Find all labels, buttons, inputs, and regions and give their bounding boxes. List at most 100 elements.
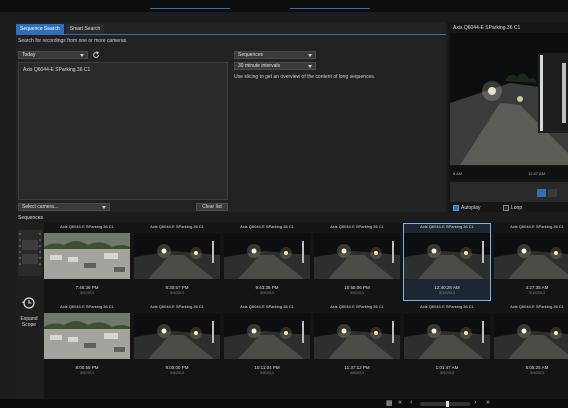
tab-sequence-search[interactable]: Sequence Search: [16, 24, 64, 34]
thumbnail-time: 1:01:47 AM: [435, 365, 459, 370]
thumbnail-camera-name: Axis Q6044-E SParking.36 C1: [150, 224, 204, 229]
period-value: Today: [22, 52, 36, 58]
thumbnail-date: 5/9/2013: [170, 291, 184, 295]
scrubber-knob[interactable]: [446, 401, 449, 407]
parking-lot-image: [450, 33, 568, 165]
thumbnail-camera-name: Axis Q6044-E SParking.36 C1: [330, 304, 384, 309]
thumbnail-image: [494, 313, 568, 359]
sequence-thumbnail[interactable]: Axis Q6044-E SParking.36 C1 1:01:47 AM 5/9…: [404, 304, 490, 380]
thumbnail-image: [134, 313, 220, 359]
preview-title: Axis Q6044-E SParking.36 C1: [453, 25, 521, 31]
slicing-hint: Use slicing to get an overview of the co…: [234, 74, 376, 80]
mode-value: Sequences: [238, 52, 264, 58]
thumbnail-camera-name: Axis Q6044-E SParking.36 C1: [330, 224, 384, 229]
page-scrubber[interactable]: [420, 401, 470, 407]
thumbnail-date: 5/9/2013: [350, 291, 364, 295]
tabs-underline: [16, 34, 446, 35]
thumbnail-image: [134, 233, 220, 279]
thumbnail-time: 4:27:35 AM: [525, 285, 549, 290]
thumbnail-date: 5/8/2013: [350, 371, 364, 375]
play-button[interactable]: [537, 189, 546, 197]
chevron-down-icon: [308, 54, 312, 57]
clear-list-button[interactable]: Clear list: [196, 203, 228, 211]
thumbnail-camera-name: Axis Q6044-E SParking.36 C1: [510, 224, 564, 229]
refresh-icon[interactable]: [92, 51, 100, 59]
sequence-thumbnail[interactable]: Axis Q6044-E SParking.36 C1 5:05:25 AM 5/9…: [494, 304, 568, 380]
thumbnail-date: 5/9/2013: [530, 371, 544, 375]
sequence-thumbnail[interactable]: Axis Q6044-E SParking.36 C1 7:46:36 PM 5/9…: [44, 224, 130, 300]
search-hint: Search for recordings from one or more c…: [18, 38, 128, 44]
thumbnail-image: [314, 313, 400, 359]
sequences-header: Sequences: [16, 214, 568, 222]
thumbnail-time: 11:37:12 PM: [344, 365, 370, 370]
thumbnail-time: 9:43:36 PM: [255, 285, 279, 290]
thumbnail-date: 5/9/2013: [80, 291, 94, 295]
thumbnail-camera-name: Axis Q6044-E SParking.36 C1: [420, 224, 474, 229]
period-dropdown[interactable]: Today: [18, 51, 88, 59]
interval-value: 30 minute intervals: [238, 63, 280, 69]
sequence-thumbnail[interactable]: Axis Q6044-E SParking.36 C1 12:40:28 AM 5/…: [403, 223, 491, 301]
thumbnail-image: [404, 233, 490, 279]
thumbnail-image: [44, 233, 130, 279]
thumbnail-image: [44, 313, 130, 359]
grid-view-icon[interactable]: ▦: [386, 399, 393, 407]
camera-list-item[interactable]: Axis Q6044-E SParking.36 C1: [23, 67, 90, 73]
chevron-down-icon: [308, 65, 312, 68]
thumbnail-date: 5/8/2013: [170, 371, 184, 375]
mode-dropdown[interactable]: Sequences: [234, 51, 316, 59]
expand-scope-button[interactable]: Expand Scope: [17, 316, 41, 328]
sequence-thumbnail[interactable]: Axis Q6044-E SParking.36 C1 4:27:35 AM 5/1…: [494, 224, 568, 300]
thumbnail-camera-name: Axis Q6044-E SParking.36 C1: [60, 224, 114, 229]
preview-timeline[interactable]: [450, 166, 568, 180]
sequence-thumbnail[interactable]: Axis Q6044-E SParking.36 C1 9:43:36 PM 5/9…: [224, 224, 310, 300]
thumbnail-date: 5/8/2013: [260, 371, 274, 375]
thumbnail-image: [494, 233, 568, 279]
sequence-thumbnail[interactable]: Axis Q6044-E SParking.36 C1 11:37:12 PM 5/…: [314, 304, 400, 380]
timeline-start-label: 8 AM: [453, 171, 463, 176]
tab-smart-search[interactable]: Smart Search: [65, 24, 105, 34]
sequence-thumbnail[interactable]: Axis Q6044-E SParking.36 C1 9:00:00 PM 5/8…: [134, 304, 220, 380]
thumbnail-camera-name: Axis Q6044-E SParking.36 C1: [60, 304, 114, 309]
bottom-bar: [0, 399, 568, 408]
interval-dropdown[interactable]: 30 minute intervals: [234, 62, 316, 70]
thumbnail-image: [224, 233, 310, 279]
thumbnail-image: [314, 233, 400, 279]
thumbnail-date: 5/9/2013: [440, 371, 454, 375]
select-camera-dropdown[interactable]: Select camera...: [18, 203, 110, 211]
thumbnail-time: 5:05:25 AM: [525, 365, 549, 370]
autoplay-checkbox[interactable]: [453, 205, 459, 211]
sequence-thumbnail[interactable]: Axis Q6044-E SParking.36 C1 10:55:06 PM 5/…: [314, 224, 400, 300]
top-bar-accent: [290, 8, 370, 9]
autoplay-label: Autoplay: [461, 205, 481, 211]
filmstrip-icon[interactable]: [18, 230, 42, 276]
sequence-thumbnail[interactable]: Axis Q6044-E SParking.36 C1 8:00:55 PM 5/8…: [44, 304, 130, 380]
next-icon[interactable]: ›: [474, 399, 476, 406]
thumbnail-date: 5/10/2013: [529, 291, 545, 295]
timeline-end-label: 12:47 AM: [528, 171, 545, 176]
loop-checkbox[interactable]: [503, 205, 509, 211]
search-tabs: Sequence Search Smart Search: [16, 24, 106, 34]
thumbnail-camera-name: Axis Q6044-E SParking.36 C1: [240, 304, 294, 309]
thumbnail-time: 7:46:36 PM: [75, 285, 99, 290]
clock-icon[interactable]: [22, 297, 36, 309]
select-camera-label: Select camera...: [22, 204, 59, 210]
chevron-down-icon: [80, 54, 84, 57]
next-page-icon[interactable]: »: [486, 399, 490, 406]
top-bar: [0, 0, 568, 12]
sequence-thumbnail[interactable]: Axis Q6044-E SParking.36 C1 8:30:57 PM 5/9…: [134, 224, 220, 300]
thumbnail-time: 8:30:57 PM: [165, 285, 189, 290]
thumbnail-time: 8:00:55 PM: [75, 365, 99, 370]
thumbnail-image: [404, 313, 490, 359]
camera-list[interactable]: Axis Q6044-E SParking.36 C1: [18, 62, 228, 200]
thumbnail-date: 5/10/2013: [439, 291, 455, 295]
thumbnail-time: 9:00:00 PM: [165, 365, 189, 370]
thumbnail-camera-name: Axis Q6044-E SParking.36 C1: [510, 304, 564, 309]
previous-icon[interactable]: ‹: [410, 399, 412, 406]
thumbnail-date: 5/8/2013: [80, 371, 94, 375]
top-bar-accent: [150, 8, 230, 9]
preview-video[interactable]: [450, 33, 568, 165]
previous-page-icon[interactable]: «: [398, 399, 402, 406]
sequence-thumbnail[interactable]: Axis Q6044-E SParking.36 C1 10:11:04 PM 5/…: [224, 304, 310, 380]
pause-button[interactable]: [548, 189, 557, 197]
chevron-down-icon: [102, 206, 106, 209]
